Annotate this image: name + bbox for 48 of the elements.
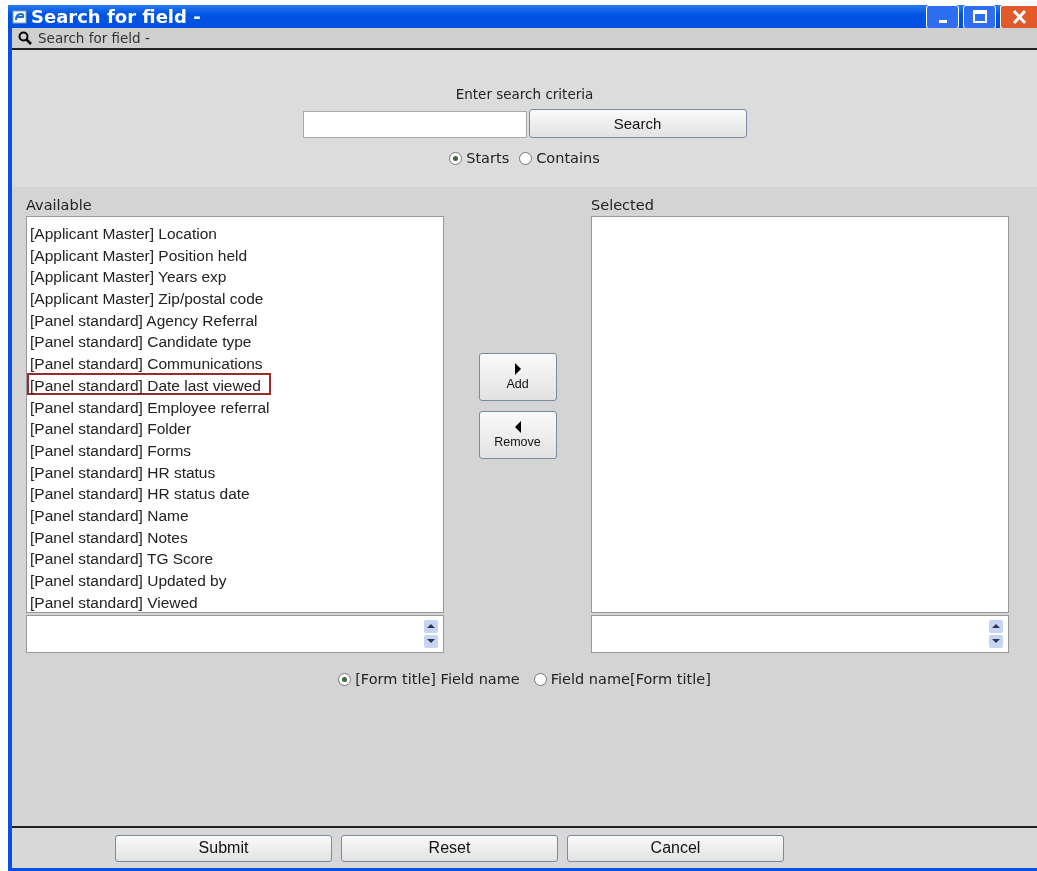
list-item[interactable]: [Applicant Master] Years exp: [27, 264, 237, 287]
search-caption: Enter search criteria: [455, 86, 594, 102]
dialog-button[interactable]: Cancel: [567, 834, 784, 862]
left-triangle-icon: [513, 421, 522, 433]
scroll-arrows-icon[interactable]: [989, 620, 1003, 648]
list-item[interactable]: [Panel standard] HR status date: [27, 481, 260, 503]
window-title: Search for field -: [31, 6, 201, 27]
radio-label: [Form title] Field name: [355, 671, 520, 687]
radio-button[interactable]: [449, 151, 463, 165]
list-item[interactable]: [Panel standard] Viewed: [27, 589, 208, 612]
radio-button[interactable]: [519, 151, 533, 165]
dialog-button[interactable]: Submit: [115, 834, 332, 862]
list-item[interactable]: [Panel standard] Name: [27, 502, 199, 525]
list-label: Available: [26, 197, 93, 215]
list-item[interactable]: [Panel standard] Forms: [27, 437, 202, 460]
list-item[interactable]: [Panel standard] Updated by: [27, 568, 237, 590]
list-item[interactable]: [Applicant Master] Location: [27, 221, 227, 243]
list-item[interactable]: [Applicant Master] Position held: [27, 242, 258, 265]
search-field[interactable]: [302, 111, 527, 138]
radio-button[interactable]: [533, 672, 547, 686]
minimize-button[interactable]: [926, 4, 959, 29]
list-item[interactable]: [Applicant Master] Zip/postal code: [27, 286, 274, 308]
list-item[interactable]: [Panel standard] Notes: [27, 524, 198, 547]
list-label: Selected: [591, 197, 655, 215]
dialog-button[interactable]: Reset: [341, 834, 558, 862]
right-triangle-icon: [513, 363, 522, 375]
list-item[interactable]: [Panel standard] HR status: [27, 459, 226, 482]
search-button[interactable]: Search: [528, 109, 747, 138]
add-button[interactable]: Add: [478, 353, 557, 401]
list-item[interactable]: [Panel standard] Date last viewed: [27, 372, 271, 395]
list-item[interactable]: [Panel standard] Agency Referral: [27, 307, 268, 330]
remove-button[interactable]: Remove: [478, 411, 557, 459]
radio-button[interactable]: [338, 672, 352, 686]
minimize-icon: [938, 19, 947, 23]
header-label: Search for field -: [38, 30, 150, 46]
maximize-button[interactable]: [963, 4, 996, 29]
list-item[interactable]: [Panel standard] Employee referral: [27, 394, 280, 417]
list-item[interactable]: [Panel standard] Candidate type: [27, 329, 262, 352]
window-icon: [12, 8, 28, 25]
list-item[interactable]: [Panel standard] Communications: [27, 351, 273, 373]
list-item[interactable]: [Panel standard] Folder: [27, 416, 202, 438]
radio-label: Contains: [536, 150, 600, 166]
radio-label: Starts: [466, 150, 510, 166]
list-item[interactable]: [Panel standard] TG Score: [27, 546, 224, 568]
close-button[interactable]: [1000, 4, 1037, 29]
radio-label: Field name[Form title]: [550, 671, 711, 687]
search-icon: [18, 31, 32, 45]
scroll-arrows-icon[interactable]: [424, 620, 438, 648]
